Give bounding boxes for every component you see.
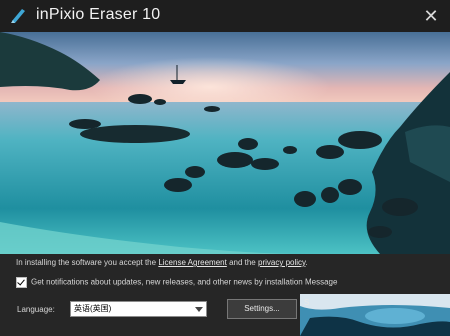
license-suffix: . [305,258,308,267]
license-conjunction: and the [229,258,256,267]
checkbox-checked-icon[interactable] [16,277,27,288]
close-icon: ✕ [423,6,439,26]
settings-button[interactable]: Settings... [227,299,297,319]
license-agreement-link[interactable]: License Agreement [158,258,227,267]
language-select[interactable]: 英语(英国) [70,301,207,317]
license-prefix: In installing the software you accept th… [16,258,157,267]
language-selected-value: 英语(英国) [74,304,112,313]
notifications-option[interactable]: Get notifications about updates, new rel… [16,277,337,288]
language-label: Language: [17,305,55,314]
window-title: inPixio Eraser 10 [36,6,161,23]
license-notice: In installing the software you accept th… [16,258,308,267]
notifications-label: Get notifications about updates, new rel… [31,277,305,287]
chevron-down-icon [195,307,203,312]
start-button[interactable]: S [300,294,450,336]
start-button-label: S [304,298,310,307]
eraser-app-icon [11,9,25,23]
privacy-policy-link[interactable]: privacy policy [258,258,305,267]
hero-image [0,32,450,254]
start-button-background [300,294,450,336]
title-bar: inPixio Eraser 10 ✕ [0,0,450,32]
notifications-label-tail: Message [304,277,338,287]
close-button[interactable]: ✕ [420,5,442,27]
